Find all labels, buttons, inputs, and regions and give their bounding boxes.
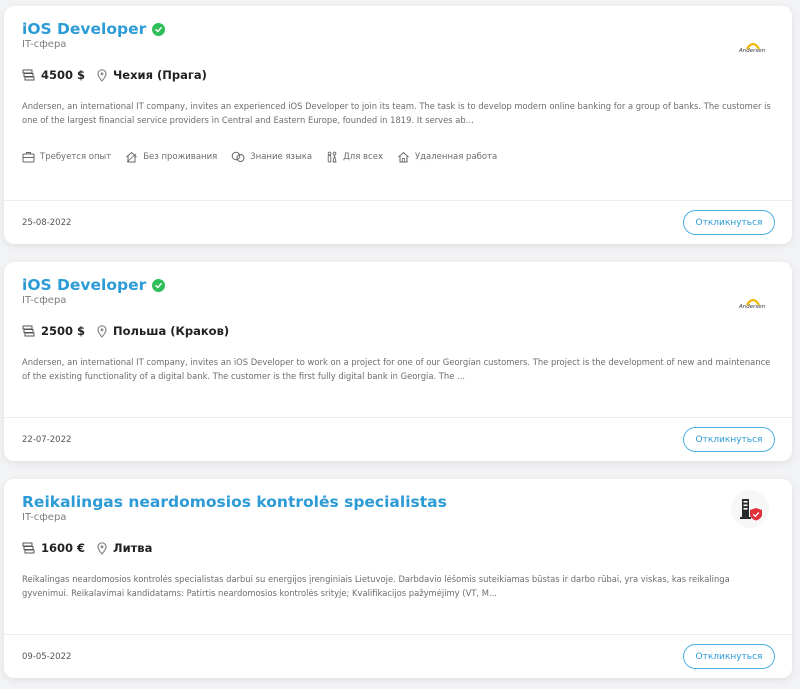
respond-button[interactable]: Откликнуться <box>683 644 775 669</box>
verified-check-icon <box>152 22 166 36</box>
salary-value: 2500 $ <box>41 324 86 338</box>
salary-value: 4500 $ <box>41 68 86 82</box>
card-footer: 09-05-2022 Откликнуться <box>4 634 792 678</box>
card-footer: 25-08-2022 Откликнуться <box>4 200 792 244</box>
respond-button[interactable]: Откликнуться <box>683 427 775 452</box>
location: Литва <box>97 541 152 555</box>
company-logo: Andersen <box>738 296 768 310</box>
vacancy-tags: Требуется опыт Без проживания Знание язы… <box>22 151 774 163</box>
verified-check-icon <box>152 278 166 292</box>
vacancy-title-link[interactable]: Reikalingas neardomosios kontrolės speci… <box>22 493 447 511</box>
location: Польша (Краков) <box>97 324 229 338</box>
posted-date: 25-08-2022 <box>22 217 72 228</box>
tag-label: Требуется опыт <box>40 152 112 162</box>
location-value: Польша (Краков) <box>113 324 230 338</box>
salary: 2500 $ <box>22 324 85 338</box>
salary: 4500 $ <box>22 68 85 82</box>
vacancy-category: IT-сфера <box>22 39 67 50</box>
tag-label: Удаленная работа <box>414 152 498 162</box>
card-footer: 22-07-2022 Откликнуться <box>4 417 792 461</box>
vacancy-card: iOS Developer IT-сфера Andersen 2500 $ П… <box>4 262 792 461</box>
vacancy-description: Reikalingas neardomosios kontrolės speci… <box>22 574 730 598</box>
company-logo: Andersen <box>738 40 768 54</box>
vacancy-card: iOS Developer IT-сфера Andersen 4500 $ Ч… <box>4 6 792 244</box>
location: Чехия (Прага) <box>97 68 207 82</box>
vacancy-title-link[interactable]: iOS Developer <box>22 276 146 294</box>
company-logo-text: Andersen <box>738 48 766 54</box>
money-icon <box>22 325 35 337</box>
tag-remote: Удаленная работа <box>397 151 497 163</box>
home-icon <box>397 151 410 163</box>
company-logo-text: Andersen <box>738 304 766 310</box>
chat-bubbles-icon <box>231 151 245 163</box>
tag-label: Для всех <box>343 152 383 162</box>
vacancy-title-link[interactable]: iOS Developer <box>22 20 146 38</box>
briefcase-icon <box>22 151 35 163</box>
tag-language: Знание языка <box>231 151 312 163</box>
company-logo <box>730 489 770 529</box>
location-value: Литва <box>113 541 153 555</box>
tag-experience: Требуется опыт <box>22 151 111 163</box>
vacancy-category: IT-сфера <box>22 295 67 306</box>
vacancy-description: Andersen, an international IT company, i… <box>22 357 771 381</box>
vacancy-description: Andersen, an international IT company, i… <box>22 101 771 125</box>
tag-label: Знание языка <box>250 152 313 162</box>
money-icon <box>22 69 35 81</box>
people-icon <box>326 151 338 163</box>
tag-no-housing: Без проживания <box>125 151 217 163</box>
money-icon <box>22 542 35 554</box>
posted-date: 22-07-2022 <box>22 434 72 445</box>
location-pin-icon <box>97 324 107 338</box>
respond-button[interactable]: Откликнуться <box>683 210 775 235</box>
tag-label: Без проживания <box>143 152 218 162</box>
vacancy-card: Reikalingas neardomosios kontrolės speci… <box>4 479 792 678</box>
location-pin-icon <box>97 68 107 82</box>
posted-date: 09-05-2022 <box>22 651 72 662</box>
location-pin-icon <box>97 541 107 555</box>
tag-for-all: Для всех <box>326 151 383 163</box>
vacancy-category: IT-сфера <box>22 512 67 523</box>
location-value: Чехия (Прага) <box>113 68 207 82</box>
salary: 1600 € <box>22 541 85 555</box>
salary-value: 1600 € <box>41 541 86 555</box>
house-icon <box>125 151 138 163</box>
